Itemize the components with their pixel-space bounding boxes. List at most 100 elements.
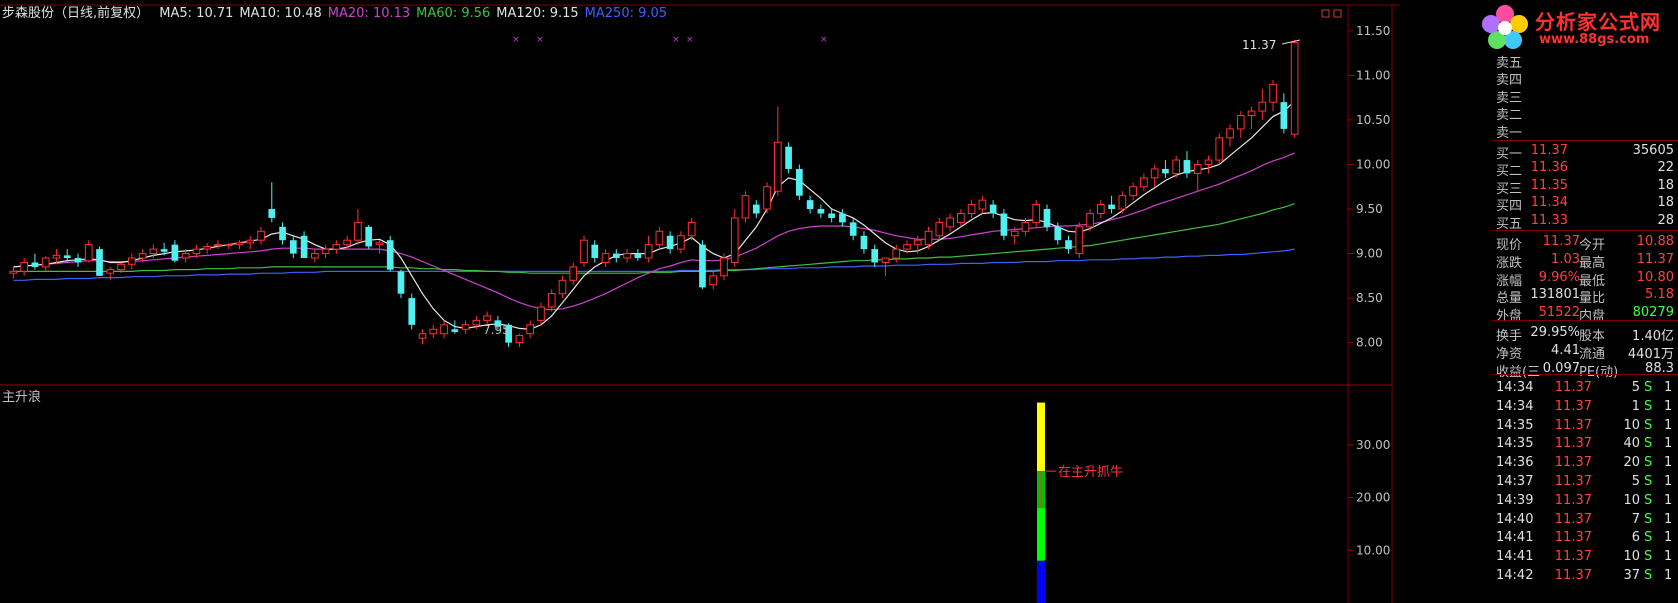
stock-chart[interactable]: 11.50 11.00 10.50 10.00 9.50 9.00 8.50 8.00 11.3… [0, 0, 1678, 603]
candle-body [31, 262, 39, 267]
sell-row: 卖四 [1492, 69, 1678, 88]
tick-row: 14:37 11.37 5 S 1 [1492, 474, 1678, 493]
candle-body [354, 221, 362, 241]
indicator-axis-label: 20.00 [1356, 491, 1390, 505]
candle-body [1096, 204, 1105, 214]
tick-side: S [1644, 398, 1653, 414]
panel-separator [1492, 230, 1678, 231]
quote-panel: 卖五 卖四 卖三 卖二 卖一 买一 11.37 35605 买二 11.36 22 买三 11.35 18… [1492, 52, 1678, 603]
candle-body [300, 235, 308, 259]
tick-volume: 10 [1623, 417, 1640, 433]
tick-time: 14:40 [1496, 511, 1534, 527]
price-axis-label: 10.00 [1356, 158, 1390, 172]
candle-body [1183, 160, 1191, 174]
stat-row: 外盘 51522 内盘 80279 [1492, 305, 1678, 324]
buy-row: 买五 11.33 28 [1492, 213, 1678, 232]
candle-body [601, 253, 610, 263]
candle-body [117, 263, 125, 271]
candle-body [160, 249, 168, 252]
tick-time: 14:34 [1496, 398, 1534, 414]
candle-body [1150, 168, 1159, 179]
candle-body [397, 271, 405, 294]
stock-title: 步森股份（日线,前复权） [2, 6, 150, 21]
candle-body [666, 235, 674, 250]
candle-body [451, 329, 459, 332]
candle-body [1000, 213, 1008, 236]
candle-body [203, 245, 212, 250]
sell-row: 卖三 [1492, 87, 1678, 106]
diamond-icon [1321, 9, 1330, 18]
candle-body [138, 253, 147, 259]
candle-body [96, 249, 103, 276]
candle-body [903, 244, 911, 250]
candle-body [773, 141, 782, 192]
buy-volume: 18 [1657, 177, 1674, 193]
candle-body [677, 235, 685, 250]
price-axis-label: 9.00 [1356, 247, 1383, 261]
stat-label: 涨跌 [1496, 255, 1523, 271]
tick-price: 11.37 [1554, 492, 1592, 508]
stat-label: PE(动) [1579, 364, 1619, 380]
tick-volume: 10 [1623, 549, 1640, 565]
stat-value: 1.03 [1551, 251, 1580, 267]
ma-label-3: MA60: 9.56 [416, 6, 491, 21]
stat-label: 内盘 [1579, 309, 1606, 325]
candle-body [1172, 159, 1181, 174]
candle-body [526, 324, 535, 335]
stat-value: 10.88 [1636, 234, 1674, 249]
tick-side: S [1644, 455, 1653, 471]
candle-body [1010, 230, 1019, 237]
annotation-text: 在主升抓牛 [1058, 465, 1123, 480]
candle-body [1054, 226, 1062, 241]
candle-body [1065, 240, 1072, 250]
panel-separator [1492, 140, 1678, 141]
tick-price: 11.37 [1554, 398, 1592, 414]
ma-label-4: MA120: 9.15 [496, 6, 579, 21]
ma60-line [13, 203, 1295, 274]
sell-row: 卖五 [1492, 52, 1678, 71]
stat-row: 涨跌 1.03 最高 11.37 [1492, 252, 1678, 271]
candle-body [515, 335, 524, 344]
candle-body [365, 226, 373, 247]
stat-value: 5.18 [1645, 287, 1674, 303]
stat-value: 80279 [1632, 305, 1674, 321]
panel-separator [1492, 374, 1678, 375]
candle-body [699, 244, 706, 288]
buy-label: 买四 [1496, 199, 1523, 215]
candle-body [1108, 204, 1115, 210]
candle-body [741, 195, 750, 219]
candle-body [967, 204, 976, 214]
candle-body [386, 240, 394, 270]
stat-label: 外盘 [1496, 309, 1523, 325]
ma250-line [13, 248, 1295, 281]
candle-body [408, 298, 416, 325]
candle-body [472, 319, 481, 326]
candle-body [687, 221, 696, 237]
candle-body [537, 306, 545, 321]
candle-body [1226, 128, 1234, 139]
candle-body [1247, 110, 1256, 117]
buy-row: 买四 11.34 18 [1492, 195, 1678, 214]
tick-row: 14:34 11.37 5 S 1 [1492, 380, 1678, 399]
price-axis-label: 11.50 [1356, 24, 1390, 38]
candle-body [1043, 209, 1051, 227]
candle-body [796, 168, 803, 196]
tick-volume: 5 [1631, 380, 1640, 395]
candle-body [171, 244, 179, 261]
tick-volume: 5 [1631, 474, 1640, 489]
high-marker: 11.37 [1242, 38, 1276, 52]
ma5-line [13, 100, 1296, 330]
tick-row: 14:42 11.37 37 S 1 [1492, 568, 1678, 587]
sell-label: 卖四 [1496, 73, 1523, 89]
candle-body [268, 209, 276, 218]
candle-body [828, 213, 835, 218]
candle-body [989, 204, 997, 214]
candle-body [84, 244, 93, 262]
candle-body [644, 244, 653, 259]
signal-mark: × [820, 35, 828, 45]
square-icon [1333, 9, 1342, 18]
candle-body [1032, 204, 1041, 223]
buy-price: 11.33 [1530, 212, 1568, 228]
stat-row: 涨幅 9.96% 最低 10.80 [1492, 270, 1678, 289]
tick-time: 14:35 [1496, 417, 1534, 433]
